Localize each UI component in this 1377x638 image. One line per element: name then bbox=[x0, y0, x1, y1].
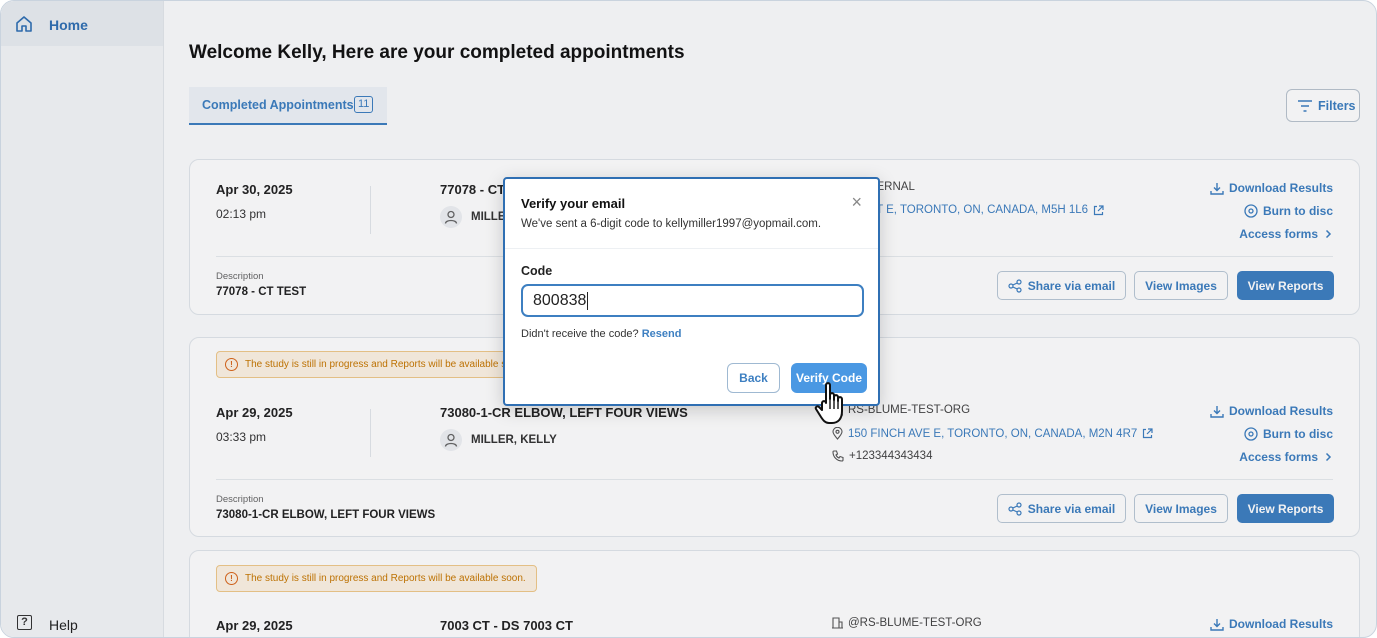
hand-cursor-icon bbox=[814, 382, 843, 424]
resend-row: Didn't receive the code? Resend bbox=[521, 328, 681, 340]
code-input[interactable]: 800838 bbox=[521, 284, 864, 317]
close-icon[interactable]: × bbox=[851, 193, 862, 211]
resend-link[interactable]: Resend bbox=[642, 328, 682, 340]
text-caret bbox=[587, 291, 589, 310]
code-label: Code bbox=[521, 264, 553, 278]
verify-email-dialog: Verify your email We've sent a 6-digit c… bbox=[503, 177, 880, 406]
app-window: Home ? Help Welcome Kelly, Here are your… bbox=[0, 0, 1377, 638]
dialog-title: Verify your email bbox=[521, 196, 626, 211]
code-value: 800838 bbox=[533, 291, 587, 309]
dialog-subtitle: We've sent a 6-digit code to kellymiller… bbox=[521, 218, 822, 230]
resend-prompt: Didn't receive the code? bbox=[521, 328, 639, 340]
back-button[interactable]: Back bbox=[727, 363, 780, 393]
dialog-header: Verify your email We've sent a 6-digit c… bbox=[505, 179, 878, 249]
